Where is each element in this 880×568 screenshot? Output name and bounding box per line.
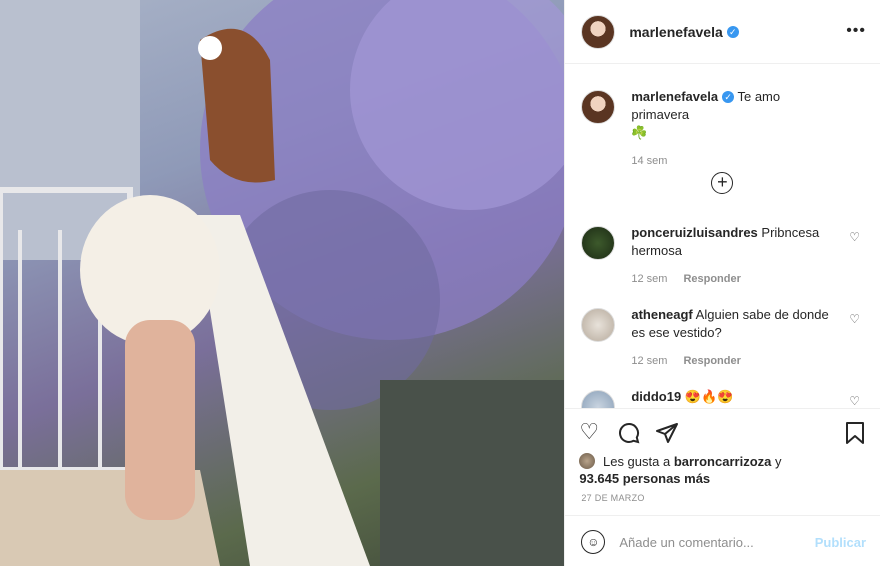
legs <box>125 320 195 520</box>
comment-row: ponceruizluisandres Pribncesa hermosa 12… <box>581 224 864 288</box>
plus-circle-icon[interactable]: + <box>711 172 734 194</box>
heart-icon[interactable]: ♡ <box>579 421 599 443</box>
caption-time[interactable]: 14 sem <box>631 155 667 167</box>
comment-username[interactable]: atheneagf <box>631 307 692 322</box>
hair-flower <box>198 36 222 60</box>
liker-username[interactable]: barroncarrizoza <box>674 454 772 469</box>
likes-and: y <box>775 454 782 469</box>
instagram-post: marlenefavela ✓ ••• marlenefavela ✓ Te am… <box>0 0 880 566</box>
caption-emoji: ☘️ <box>631 125 648 140</box>
liker-avatar <box>579 453 596 469</box>
comment-username[interactable]: diddo19 <box>631 389 681 404</box>
post-date[interactable]: 27 DE MARZO <box>581 493 644 503</box>
comment-text: 😍🔥😍 <box>684 389 734 404</box>
heart-icon[interactable]: ♡ <box>849 230 860 244</box>
post-photo[interactable] <box>0 0 565 566</box>
reply-button[interactable]: Responder <box>683 273 740 285</box>
bookmark-icon[interactable] <box>844 421 866 449</box>
street <box>380 380 565 566</box>
author-username[interactable]: marlenefavela <box>629 24 722 40</box>
share-icon[interactable] <box>655 421 679 449</box>
reply-button[interactable]: Responder <box>683 355 740 367</box>
author-avatar[interactable] <box>581 90 616 124</box>
comment-input[interactable]: Añade un comentario... <box>619 535 814 550</box>
comment-row: diddo19 😍🔥😍 ♡ <box>581 388 864 408</box>
author-avatar[interactable] <box>581 14 616 49</box>
likes-prefix: Les gusta a <box>602 454 671 469</box>
comment-time[interactable]: 12 sem <box>631 355 667 367</box>
commenter-avatar[interactable] <box>581 308 616 342</box>
caption-username[interactable]: marlenefavela <box>631 89 718 104</box>
likes-summary[interactable]: Les gusta a barroncarrizoza y 93.645 per… <box>579 453 782 487</box>
commenter-avatar[interactable] <box>581 226 616 260</box>
comment-row: atheneagf Alguien sabe de donde es ese v… <box>581 306 864 370</box>
comment-time[interactable]: 12 sem <box>631 273 667 285</box>
post-header: marlenefavela ✓ ••• <box>565 0 880 64</box>
caption-row: marlenefavela ✓ Te amo primavera ☘️ 14 se… <box>581 88 864 170</box>
add-comment-bar: ☺ Añade un comentario... Publicar <box>565 515 880 568</box>
comment-username[interactable]: ponceruizluisandres <box>631 225 757 240</box>
comments-list[interactable]: marlenefavela ✓ Te amo primavera ☘️ 14 se… <box>565 64 880 408</box>
publish-button[interactable]: Publicar <box>815 535 866 550</box>
heart-icon[interactable]: ♡ <box>849 394 860 408</box>
likes-count[interactable]: 93.645 personas más <box>579 471 710 486</box>
verified-badge-icon: ✓ <box>726 25 739 38</box>
commenter-avatar[interactable] <box>581 390 616 408</box>
post-actions: ♡ Les gusta a barroncarrizoza y 93.645 p… <box>565 408 880 567</box>
post-side-panel: marlenefavela ✓ ••• marlenefavela ✓ Te am… <box>564 0 880 566</box>
emoji-icon[interactable]: ☺ <box>581 530 606 554</box>
verified-badge-icon: ✓ <box>722 91 735 103</box>
heart-icon[interactable]: ♡ <box>849 312 860 326</box>
comment-icon[interactable] <box>617 421 641 449</box>
more-icon[interactable]: ••• <box>846 22 866 40</box>
photo-illustration <box>0 0 565 566</box>
